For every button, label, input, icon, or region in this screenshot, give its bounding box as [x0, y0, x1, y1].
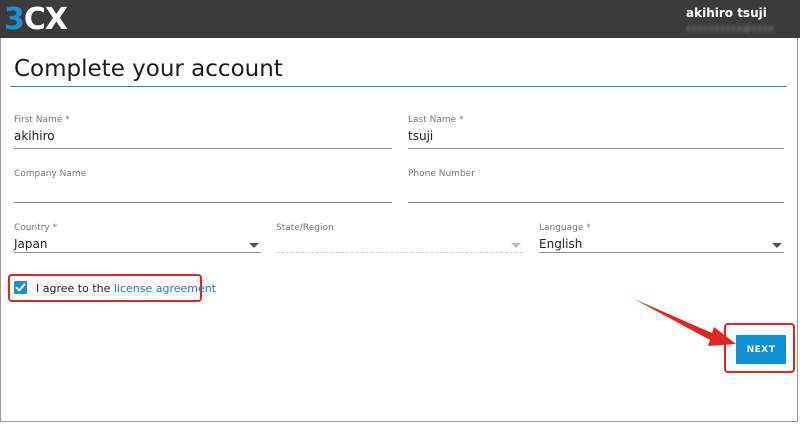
logo-letters: CX [23, 1, 68, 37]
first-name-field[interactable]: First Name * akihiro [14, 115, 392, 149]
agree-checkbox[interactable] [14, 281, 27, 294]
language-select[interactable]: Language * English [539, 223, 784, 253]
check-icon [15, 283, 26, 292]
first-name-value: akihiro [14, 129, 55, 143]
license-agreement-link[interactable]: license agreement [114, 282, 216, 295]
logo-digit: 3 [4, 1, 25, 37]
state-region-underline [276, 252, 523, 253]
last-name-field[interactable]: Last Name * tsuji [408, 115, 784, 149]
first-name-label: First Name * [14, 115, 70, 125]
chevron-down-icon [511, 243, 521, 248]
last-name-underline [408, 148, 784, 149]
language-label: Language * [539, 223, 591, 233]
top-bar: 3CX akihiro tsuji xxxxxxxxxx@xxxxxxx [0, 0, 800, 38]
country-select[interactable]: Country * Japan [14, 223, 261, 253]
user-info[interactable]: akihiro tsuji xxxxxxxxxx@xxxxxxx [686, 6, 774, 34]
country-value: Japan [14, 237, 48, 251]
phone-number-underline [408, 202, 784, 203]
last-name-value: tsuji [408, 129, 434, 143]
chevron-down-icon [249, 243, 259, 248]
company-name-underline [14, 202, 392, 203]
3cx-logo: 3 CX [4, 1, 68, 37]
user-name: akihiro tsuji [686, 6, 767, 20]
company-name-label: Company Name [14, 169, 87, 179]
next-button[interactable]: NEXT [736, 335, 786, 364]
phone-number-label: Phone Number [408, 169, 475, 179]
country-underline [14, 252, 261, 253]
first-name-underline [14, 148, 392, 149]
agree-label: I agree to the [36, 282, 114, 295]
company-name-field[interactable]: Company Name [14, 169, 392, 203]
title-divider [10, 86, 787, 87]
phone-number-field[interactable]: Phone Number [408, 169, 784, 203]
agree-text: I agree to the license agreement [36, 282, 216, 295]
language-underline [539, 252, 784, 253]
last-name-label: Last Name * [408, 115, 464, 125]
state-region-select[interactable]: State/Region [276, 223, 523, 253]
user-email: xxxxxxxxxx@xxxxxxx [686, 24, 774, 34]
page-title: Complete your account [14, 56, 283, 82]
language-value: English [539, 237, 583, 251]
chevron-down-icon [772, 243, 782, 248]
country-label: Country * [14, 223, 58, 233]
state-region-label: State/Region [276, 223, 334, 233]
